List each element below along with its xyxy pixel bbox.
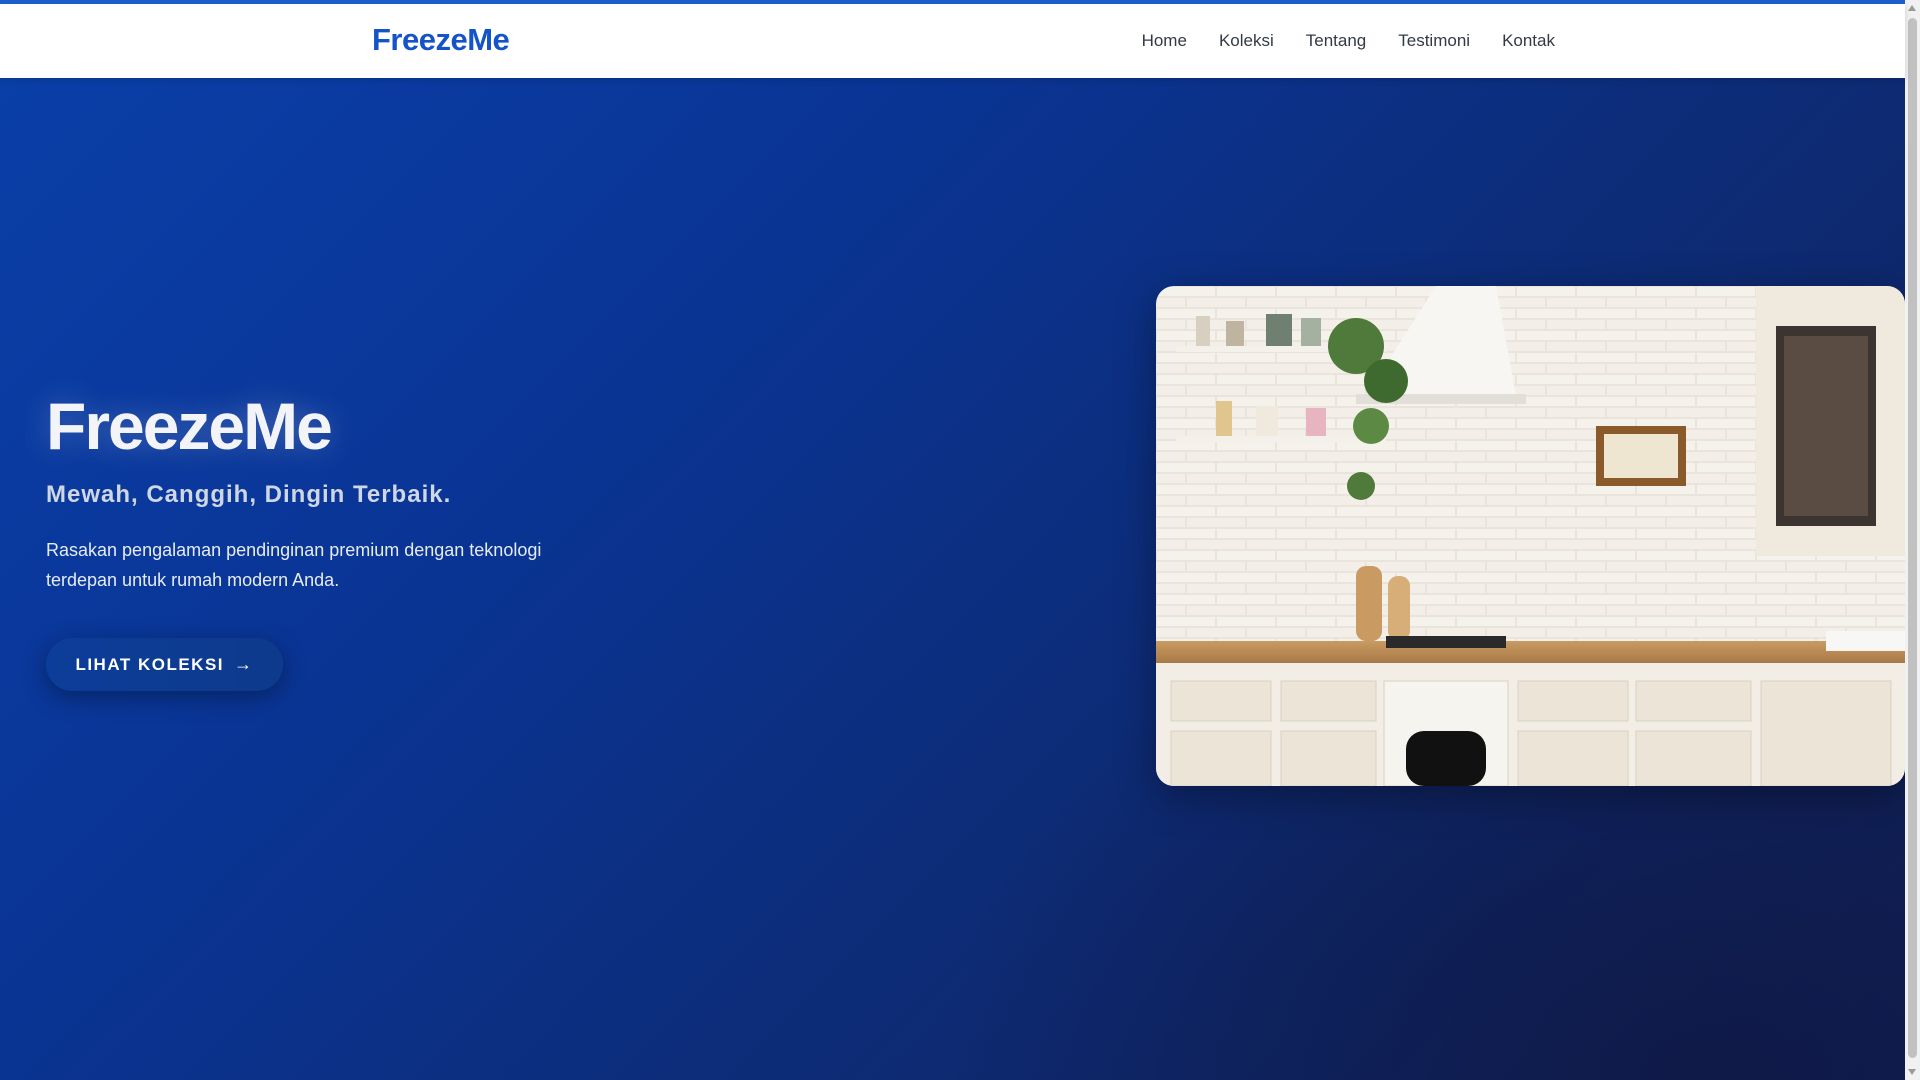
arrow-right-icon: →	[234, 654, 254, 674]
scroll-down-icon[interactable]	[1908, 1069, 1916, 1075]
hero-title: FreezeMe	[46, 389, 333, 463]
hero-description: Rasakan pengalaman pendinginan premium d…	[46, 540, 542, 590]
kitchen-hero-image	[1156, 286, 1905, 786]
hero-section: FreezeMe Mewah, Canggih, Dingin Terbaik.…	[0, 78, 1905, 1080]
cta-label: LIHAT KOLEKSI	[75, 654, 225, 674]
nav-link-koleksi[interactable]: Koleksi	[1219, 31, 1274, 51]
view-collection-button[interactable]: LIHAT KOLEKSI →	[46, 638, 283, 691]
scrollbar-thumb[interactable]	[1908, 18, 1917, 1058]
scroll-up-icon[interactable]	[1908, 5, 1916, 11]
vertical-scrollbar[interactable]	[1905, 0, 1920, 1080]
nav-links: Home Koleksi Tentang Testimoni Kontak	[1142, 4, 1555, 78]
nav-link-kontak[interactable]: Kontak	[1502, 31, 1555, 51]
hero-tagline: Mewah, Canggih, Dingin Terbaik.	[46, 481, 452, 508]
nav-link-home[interactable]: Home	[1142, 31, 1187, 51]
brand-logo[interactable]: FreezeMe	[372, 22, 510, 58]
navbar: FreezeMe Home Koleksi Tentang Testimoni …	[0, 4, 1905, 78]
nav-link-tentang[interactable]: Tentang	[1306, 31, 1367, 51]
nav-link-testimoni[interactable]: Testimoni	[1398, 31, 1470, 51]
